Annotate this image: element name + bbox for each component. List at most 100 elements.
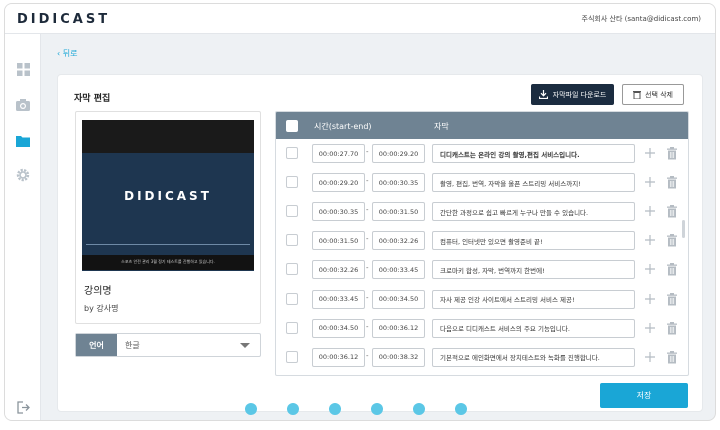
delete-selected-button[interactable]: 선택 삭제 (622, 84, 684, 105)
lecturer-name: by 강사명 (84, 304, 119, 313)
back-label: 뒤로 (62, 49, 78, 58)
table-row: 00:00:36.12-00:00:38.32 기본적으로 에인화면에서 장치테스… (276, 343, 688, 372)
subtitle-editor-card: 자막 편집 자막파일 다운로드 선택 삭제 DIDICAST 스포츠 안전 관리… (57, 74, 703, 412)
grid-icon[interactable] (16, 62, 30, 76)
download-icon (538, 90, 548, 99)
start-time-input[interactable]: 00:00:29.20 (312, 173, 365, 193)
trash-icon[interactable] (666, 147, 678, 160)
end-time-input[interactable]: 00:00:33.45 (372, 260, 425, 280)
pagination-dot[interactable] (413, 403, 425, 415)
time-separator: - (366, 351, 369, 360)
video-frame (82, 153, 254, 271)
row-checkbox[interactable] (286, 350, 298, 363)
video-logo: DIDICAST (124, 189, 212, 203)
subtitle-text-input[interactable]: 디디캐스트는 온라인 강의 촬영,편집 서비스입니다. (432, 144, 635, 163)
time-separator: - (366, 322, 369, 331)
pagination-dot[interactable] (245, 403, 257, 415)
lecture-title: 강의명 (84, 286, 112, 297)
row-checkbox[interactable] (286, 205, 298, 218)
logout-icon[interactable] (16, 400, 30, 414)
table-row: 00:00:29.20-00:00:30.35 촬영, 편집, 번역, 자막을 올… (276, 168, 688, 197)
end-time-input[interactable]: 00:00:32.26 (372, 231, 425, 251)
trash-icon[interactable] (666, 292, 678, 306)
end-time-input[interactable]: 00:00:38.32 (372, 347, 425, 367)
video-subtitle: 스포츠 안전 관리 3월 정기 테스트를 진행하고 있습니다. (121, 259, 215, 264)
time-separator: - (366, 177, 369, 186)
plus-icon[interactable] (643, 262, 657, 276)
language-select[interactable]: 언어 한글 (75, 333, 261, 357)
trash-icon[interactable] (666, 176, 678, 189)
subtitle-text-input[interactable]: 자사 제공 인강 사이트에서 스트리밍 서비스 제공! (432, 289, 635, 309)
subtitle-text-input[interactable]: 크로마키 합성, 자막, 번역까지 한번에! (432, 260, 635, 280)
save-button[interactable]: 저장 (600, 383, 688, 408)
row-checkbox[interactable] (286, 234, 298, 247)
video-player[interactable]: DIDICAST 스포츠 안전 관리 3월 정기 테스트를 진행하고 있습니다. (82, 120, 254, 271)
subtitle-text-input[interactable]: 컴퓨터, 인터넷만 있으면 촬영준비 끝! (432, 231, 635, 251)
trash-icon[interactable] (666, 263, 678, 276)
app-window: DIDICAST 주식회사 산타 (santa@didicast.com) ‹ … (4, 3, 716, 421)
pagination-dot[interactable] (287, 403, 299, 415)
end-time-input[interactable]: 00:00:29.20 (372, 144, 425, 163)
start-time-input[interactable]: 00:00:34.50 (312, 318, 365, 338)
end-time-input[interactable]: 00:00:36.12 (372, 318, 425, 338)
camera-icon[interactable] (16, 98, 30, 112)
sidebar (5, 34, 41, 420)
trash-icon[interactable] (666, 205, 678, 218)
trash-icon[interactable] (666, 350, 678, 364)
table-row: 00:00:31.50-00:00:32.26 컴퓨터, 인터넷만 있으면 촬영준… (276, 226, 688, 255)
time-separator: - (366, 148, 369, 156)
plus-icon[interactable] (643, 321, 657, 335)
row-checkbox[interactable] (286, 292, 298, 305)
folder-icon[interactable] (16, 134, 30, 148)
start-time-input[interactable]: 00:00:27.70 (312, 144, 365, 163)
account-label[interactable]: 주식회사 산타 (santa@didicast.com) (582, 14, 701, 24)
download-label: 자막파일 다운로드 (552, 90, 607, 99)
pagination-dot[interactable] (455, 403, 467, 415)
plus-icon[interactable] (643, 292, 657, 306)
start-time-input[interactable]: 00:00:30.35 (312, 202, 365, 222)
delete-label: 선택 삭제 (645, 90, 673, 99)
page-title: 자막 편집 (74, 94, 111, 104)
app-logo[interactable]: DIDICAST (17, 12, 110, 27)
subtitle-text-input[interactable]: 촬영, 편집, 번역, 자막을 올픈 스트리밍 서비스까지! (432, 173, 635, 193)
table-row: 00:00:34.50-00:00:36.12 다음으로 디디캐스트 서비스의 주… (276, 314, 688, 343)
plus-icon[interactable] (643, 175, 657, 189)
row-checkbox[interactable] (286, 176, 298, 189)
top-bar: DIDICAST 주식회사 산타 (santa@didicast.com) (5, 4, 715, 34)
table-row: 00:00:32.26-00:00:33.45 크로마키 합성, 자막, 번역까지… (276, 255, 688, 284)
pagination-dot[interactable] (371, 403, 383, 415)
subtitle-text-input[interactable]: 간단한 과정으로 쉽고 빠르게 누구나 만들 수 있습니다. (432, 202, 635, 222)
video-progress-bar[interactable] (86, 244, 250, 245)
caret-down-icon (240, 343, 250, 348)
gear-icon[interactable] (16, 168, 30, 182)
chevron-left-icon: ‹ (57, 49, 61, 58)
time-separator: - (366, 235, 369, 244)
table-header: 시간(start-end) 자막 (276, 112, 688, 139)
time-separator: - (366, 293, 369, 302)
time-separator: - (366, 206, 369, 215)
end-time-input[interactable]: 00:00:31.50 (372, 202, 425, 222)
pagination-dot[interactable] (329, 403, 341, 415)
start-time-input[interactable]: 00:00:31.50 (312, 231, 365, 251)
plus-icon[interactable] (643, 350, 657, 364)
trash-icon[interactable] (666, 321, 678, 335)
time-separator: - (366, 264, 369, 273)
end-time-input[interactable]: 00:00:30.35 (372, 173, 425, 193)
row-checkbox[interactable] (286, 321, 298, 334)
row-checkbox[interactable] (286, 263, 298, 276)
select-all-checkbox[interactable] (286, 120, 298, 132)
download-subtitle-button[interactable]: 자막파일 다운로드 (531, 84, 614, 105)
plus-icon[interactable] (643, 233, 657, 247)
subtitle-text-input[interactable]: 기본적으로 에인화면에서 장치테스트와 녹화를 진행합니다. (432, 347, 635, 367)
subtitle-text-input[interactable]: 다음으로 디디캐스트 서비스의 주요 기능입니다. (432, 318, 635, 338)
plus-icon[interactable] (643, 146, 657, 160)
trash-icon[interactable] (666, 234, 678, 247)
start-time-input[interactable]: 00:00:32.26 (312, 260, 365, 280)
start-time-input[interactable]: 00:00:36.12 (312, 347, 365, 367)
start-time-input[interactable]: 00:00:33.45 (312, 289, 365, 309)
row-checkbox[interactable] (286, 147, 298, 159)
scrollbar-thumb[interactable] (682, 220, 685, 238)
back-link[interactable]: ‹ 뒤로 (57, 48, 77, 59)
plus-icon[interactable] (643, 204, 657, 218)
end-time-input[interactable]: 00:00:34.50 (372, 289, 425, 309)
